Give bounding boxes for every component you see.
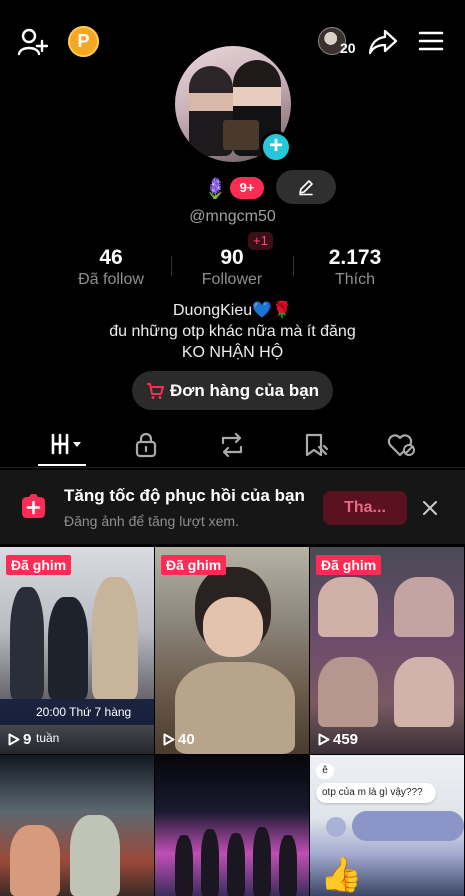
profile-badge-row: 🪻 9+: [0, 170, 465, 204]
video-thumbnail[interactable]: [0, 755, 154, 896]
likes-count: 2.173: [328, 246, 382, 269]
orders-button[interactable]: Đơn hàng của bạn: [132, 371, 333, 410]
username-handle: @mngcm50: [189, 208, 276, 225]
play-icon: [163, 733, 175, 746]
orders-button-label: Đơn hàng của bạn: [170, 381, 320, 400]
following-label: Đã follow: [78, 271, 144, 288]
shopping-cart-icon: [147, 383, 164, 399]
tab-saved[interactable]: [272, 422, 356, 468]
video-thumbnail[interactable]: Đã ghim 20:00 Thứ 7 hàng tuần 9: [0, 547, 154, 754]
profile-stats: 46 Đã follow 90 Follower 2.173 Thích: [0, 236, 465, 294]
promo-title: Tăng tốc độ phục hồi của bạn: [64, 486, 305, 505]
liked-heart-icon: [387, 434, 415, 457]
video-caption: 20:00 Thứ 7 hàng tuần: [0, 699, 154, 745]
share-arrow-icon[interactable]: [368, 28, 398, 56]
promo-action-button[interactable]: Tha...: [323, 491, 407, 525]
video-thumbnail[interactable]: Đã ghim 40: [155, 547, 309, 754]
video-thumbnail[interactable]: [155, 755, 309, 896]
video-grid: Đã ghim 20:00 Thứ 7 hàng tuần 9 Đã ghim …: [0, 547, 465, 896]
voice-message-bubble: [352, 811, 464, 841]
view-count-value: 9: [23, 731, 32, 748]
tab-private[interactable]: [104, 422, 188, 468]
active-tab-indicator: [38, 464, 86, 466]
chat-bubble: otp của m là gì vậy???: [316, 783, 436, 803]
pinned-badge: Đã ghim: [316, 555, 382, 575]
bio-line: đu những otp khác nữa mà ít đăng: [109, 323, 356, 340]
tab-videos[interactable]: [20, 422, 104, 468]
following-count: 46: [99, 246, 123, 269]
share-icon: [326, 817, 346, 837]
pinned-badge: Đã ghim: [6, 555, 72, 575]
switch-account-count: 20: [340, 40, 356, 56]
bio-line: KO NHẬN HỘ: [181, 344, 284, 361]
close-icon[interactable]: [422, 500, 438, 516]
view-count-value: 40: [178, 731, 195, 748]
play-icon: [8, 733, 20, 746]
tab-liked[interactable]: [356, 422, 440, 468]
view-count: 9: [8, 731, 31, 748]
followers-count: 90: [220, 246, 244, 269]
person-add-icon[interactable]: [18, 28, 48, 56]
followers-label: Follower: [201, 271, 263, 288]
pencil-icon: [299, 180, 313, 196]
lock-icon: [135, 432, 157, 458]
notification-count-badge[interactable]: 9+: [230, 177, 264, 199]
bio-line: DuongKieu💙🌹: [172, 302, 292, 319]
add-story-plus-icon[interactable]: +: [260, 131, 292, 163]
promo-banner: Tăng tốc độ phục hồi của bạn Đăng ảnh để…: [0, 470, 465, 544]
stats-divider: [293, 256, 294, 276]
hamburger-menu-icon[interactable]: [418, 30, 444, 52]
profile-bio: DuongKieu💙🌹 đu những otp khác nữa mà ít …: [0, 300, 465, 363]
add-photo-promo-icon: [22, 494, 45, 518]
bookmark-icon: [305, 433, 329, 457]
followers-stat[interactable]: 90 Follower: [172, 246, 292, 289]
profile-content-tabs: [0, 422, 465, 468]
coin-icon[interactable]: P: [68, 26, 99, 57]
pinned-badge: Đã ghim: [161, 555, 227, 575]
view-count: 459: [318, 731, 358, 748]
edit-profile-button[interactable]: [276, 170, 336, 204]
view-count: 40: [163, 731, 195, 748]
repost-icon: [221, 432, 243, 458]
video-thumbnail[interactable]: Đã ghim 459: [310, 547, 464, 754]
chat-bubble: ê: [316, 763, 334, 779]
play-icon: [318, 733, 330, 746]
view-count-value: 459: [333, 731, 359, 748]
video-thumbnail[interactable]: ê otp của m là gì vậy??? 👍: [310, 755, 464, 896]
following-stat[interactable]: 46 Đã follow: [51, 246, 171, 289]
promo-subtitle: Đăng ảnh để tăng lượt xem.: [64, 513, 239, 529]
videos-grid-icon: [51, 433, 81, 455]
new-follower-delta-badge: +1: [248, 232, 273, 250]
thumbs-up-icon: 👍: [320, 856, 363, 894]
likes-stat[interactable]: 2.173 Thích: [295, 246, 415, 289]
flower-badge-icon: 🪻: [203, 178, 228, 200]
tab-reposts[interactable]: [188, 422, 272, 468]
likes-label: Thích: [334, 271, 375, 288]
